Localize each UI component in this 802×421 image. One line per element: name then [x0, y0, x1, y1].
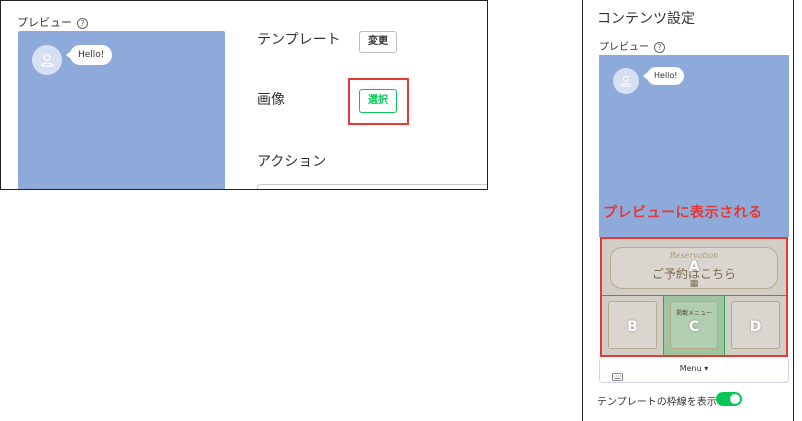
preview-heading: プレビュー? — [17, 14, 88, 30]
area-letter-c: C — [688, 319, 700, 335]
area-letter-a: A — [688, 259, 700, 275]
action-label: アクション — [257, 154, 327, 170]
change-template-button[interactable]: 変更 — [359, 31, 397, 53]
menu-area-a[interactable]: Reservation ご予約はこちら ▦ A — [602, 239, 786, 296]
select-image-button[interactable]: 選択 — [359, 89, 397, 113]
preview-label: プレビュー — [599, 42, 649, 53]
user-avatar-icon — [613, 68, 639, 94]
chat-preview: Hello! — [18, 31, 225, 189]
preview-label: プレビュー — [17, 16, 72, 29]
show-border-toggle[interactable] — [716, 392, 742, 406]
calendar-icon: ▦ — [689, 279, 699, 289]
help-icon[interactable]: ? — [654, 42, 665, 53]
action-field[interactable] — [257, 184, 487, 189]
template-settings-panel: プレビュー? Hello! テンプレート 変更 画像 選択 アクション — [0, 0, 488, 190]
area-letter-d: D — [749, 319, 762, 335]
help-icon[interactable]: ? — [77, 18, 88, 29]
content-settings-panel: コンテンツ設定 プレビュー? Hello! プレビューに表示される Reserv… — [582, 0, 794, 421]
menu-area-b[interactable]: B — [602, 296, 663, 355]
chat-bubble: Hello! — [642, 67, 685, 85]
preview-caption: プレビューに表示される — [603, 205, 763, 221]
chat-bubble-text: Hello! — [654, 71, 678, 80]
menu-caption-text: 掲載メニュー — [675, 310, 712, 317]
menu-toggle-button[interactable]: Menu ▾ — [600, 364, 788, 373]
toggle-label: テンプレートの枠線を表示 — [597, 397, 717, 408]
area-letter-b: B — [627, 319, 638, 335]
preview-heading: プレビュー? — [599, 38, 665, 53]
menu-area-d[interactable]: D — [725, 296, 786, 355]
panel-title: コンテンツ設定 — [597, 11, 695, 27]
image-label: 画像 — [257, 92, 285, 108]
toggle-knob — [730, 394, 740, 404]
chat-bubble-text: Hello! — [78, 50, 105, 60]
template-label: テンプレート — [257, 32, 341, 48]
rich-menu-preview: Reservation ご予約はこちら ▦ A B 掲載メニュー C D — [600, 237, 788, 357]
chat-menu-bar: Menu ▾ — [599, 359, 789, 383]
menu-area-c[interactable]: 掲載メニュー C — [663, 296, 725, 355]
user-avatar-icon — [32, 45, 62, 75]
chat-bubble: Hello! — [65, 45, 113, 65]
